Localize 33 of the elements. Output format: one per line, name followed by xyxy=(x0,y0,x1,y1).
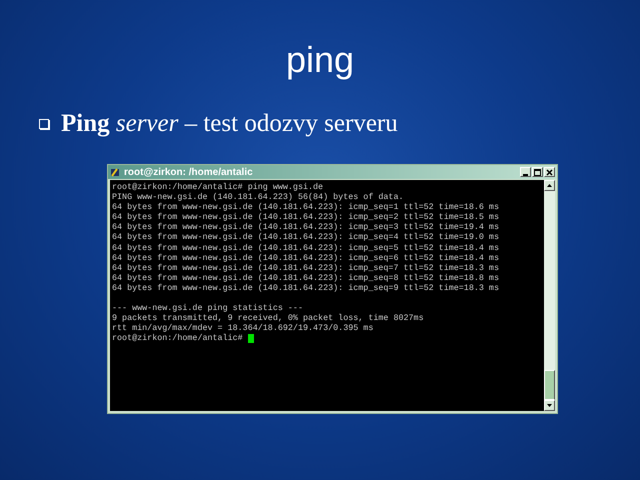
scroll-thumb[interactable] xyxy=(544,370,555,400)
terminal-line: rtt min/avg/max/mdev = 18.364/18.692/19.473/0.395 ms xyxy=(112,323,374,334)
scroll-down-button[interactable] xyxy=(544,400,555,411)
slide-title: ping xyxy=(286,38,354,82)
scrollbar[interactable] xyxy=(544,180,555,411)
terminal-line: 64 bytes from www-new.gsi.de (140.181.64.223): icmp_seq=9 ttl=52 time=18.3 ms xyxy=(112,282,500,294)
terminal-line: 64 bytes from www-new.gsi.de (140.181.64.223): icmp_seq=5 ttl=52 time=18.4 ms xyxy=(112,242,500,253)
up-arrow-icon xyxy=(547,184,552,187)
down-arrow-icon xyxy=(547,404,552,407)
minimize-icon xyxy=(523,174,528,176)
terminal-icon xyxy=(110,166,121,178)
bullet-text: Ping server – test odozvy serveru xyxy=(61,110,398,138)
terminal-line: --- www-new.gsi.de ping statistics --- xyxy=(112,303,304,314)
terminal-line: 64 bytes from www-new.gsi.de (140.181.64.223): icmp_seq=1 ttl=52 time=18.6 ms xyxy=(112,202,500,212)
terminal-line: 64 bytes from www-new.gsi.de (140.181.64.223): icmp_seq=7 ttl=52 time=18.3 ms xyxy=(112,262,500,273)
scroll-up-button[interactable] xyxy=(544,180,555,191)
terminal-line: root@zirkon:/home/antalic# ping www.gsi.de xyxy=(112,182,324,192)
terminal-line: 9 packets transmitted, 9 received, 0% packet loss, time 8027ms xyxy=(112,313,425,324)
maximize-button[interactable] xyxy=(532,167,543,177)
close-icon xyxy=(545,168,554,176)
terminal-line: PING www-new.gsi.de (140.181.64.223) 56(84) bytes of data. xyxy=(112,192,404,202)
text-cursor xyxy=(248,334,254,343)
terminal-line: 64 bytes from www-new.gsi.de (140.181.64.223): icmp_seq=6 ttl=52 time=18.4 ms xyxy=(112,252,500,263)
terminal-line: 64 bytes from www-new.gsi.de (140.181.64.223): icmp_seq=8 ttl=52 time=18.8 ms xyxy=(112,272,500,283)
window-title: root@zirkon: /home/antalic xyxy=(124,166,254,178)
terminal-line: 64 bytes from www-new.gsi.de (140.181.64.223): icmp_seq=2 ttl=52 time=18.5 ms xyxy=(112,212,500,222)
terminal-line: 64 bytes from www-new.gsi.de (140.181.64.223): icmp_seq=4 ttl=52 time=19.0 ms xyxy=(112,232,500,243)
close-button[interactable] xyxy=(544,167,555,177)
terminal-line: 64 bytes from www-new.gsi.de (140.181.64.223): icmp_seq=3 ttl=52 time=19.4 ms xyxy=(112,222,500,232)
terminal-prompt: root@zirkon:/home/antalic# xyxy=(112,333,243,344)
maximize-icon xyxy=(533,168,542,176)
minimize-button[interactable] xyxy=(520,167,531,177)
bullet-square-icon xyxy=(39,119,49,129)
